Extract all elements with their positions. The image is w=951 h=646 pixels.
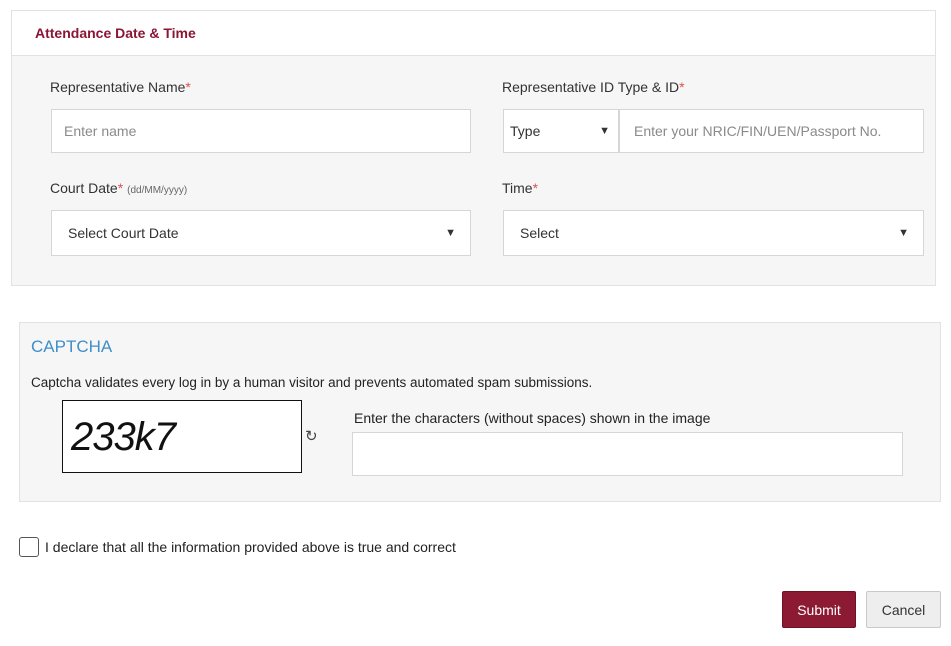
required-marker: * xyxy=(117,180,124,196)
required-marker: * xyxy=(679,79,685,95)
rep-name-input[interactable] xyxy=(51,109,471,153)
id-type-value: Type xyxy=(510,123,541,139)
attendance-panel-header: Attendance Date & Time xyxy=(12,11,935,56)
dropdown-arrow-icon: ▼ xyxy=(898,227,909,239)
dropdown-arrow-icon: ▼ xyxy=(599,125,610,137)
refresh-icon[interactable]: ↻ xyxy=(305,427,318,445)
time-label: Time* xyxy=(502,180,538,196)
id-number-input[interactable] xyxy=(619,109,924,153)
time-select[interactable]: Select ▼ xyxy=(503,210,924,256)
required-marker: * xyxy=(532,180,539,196)
rep-name-label-text: Representative Name xyxy=(50,79,186,95)
court-date-select[interactable]: Select Court Date ▼ xyxy=(51,210,471,256)
required-marker: * xyxy=(185,79,191,95)
time-value: Select xyxy=(520,225,559,241)
court-date-value: Select Court Date xyxy=(68,225,179,241)
id-type-select[interactable]: Type ▼ xyxy=(503,109,619,153)
cancel-button[interactable]: Cancel xyxy=(866,591,941,628)
attendance-title: Attendance Date & Time xyxy=(35,25,196,41)
court-date-label: Court Date* (dd/MM/yyyy) xyxy=(50,180,187,196)
captcha-input[interactable] xyxy=(352,432,903,476)
captcha-description: Captcha validates every log in by a huma… xyxy=(31,375,593,390)
captcha-input-label: Enter the characters (without spaces) sh… xyxy=(354,410,711,426)
declaration-text: I declare that all the information provi… xyxy=(45,539,456,555)
submit-button[interactable]: Submit xyxy=(782,591,856,628)
rep-id-label-text: Representative ID Type & ID xyxy=(502,79,680,95)
rep-name-label: Representative Name* xyxy=(50,79,191,95)
rep-id-label: Representative ID Type & ID* xyxy=(502,79,685,95)
declaration-row: I declare that all the information provi… xyxy=(19,537,456,557)
captcha-panel: CAPTCHA Captcha validates every log in b… xyxy=(19,322,941,502)
dropdown-arrow-icon: ▼ xyxy=(445,227,456,239)
court-date-label-text: Court Date xyxy=(50,180,118,196)
attendance-panel: Attendance Date & Time Representative Na… xyxy=(11,10,936,286)
date-format-hint: (dd/MM/yyyy) xyxy=(127,185,188,196)
time-label-text: Time xyxy=(502,180,533,196)
captcha-title: CAPTCHA xyxy=(31,337,113,356)
captcha-image: 233k7 xyxy=(62,400,302,473)
declaration-checkbox[interactable] xyxy=(19,537,39,557)
